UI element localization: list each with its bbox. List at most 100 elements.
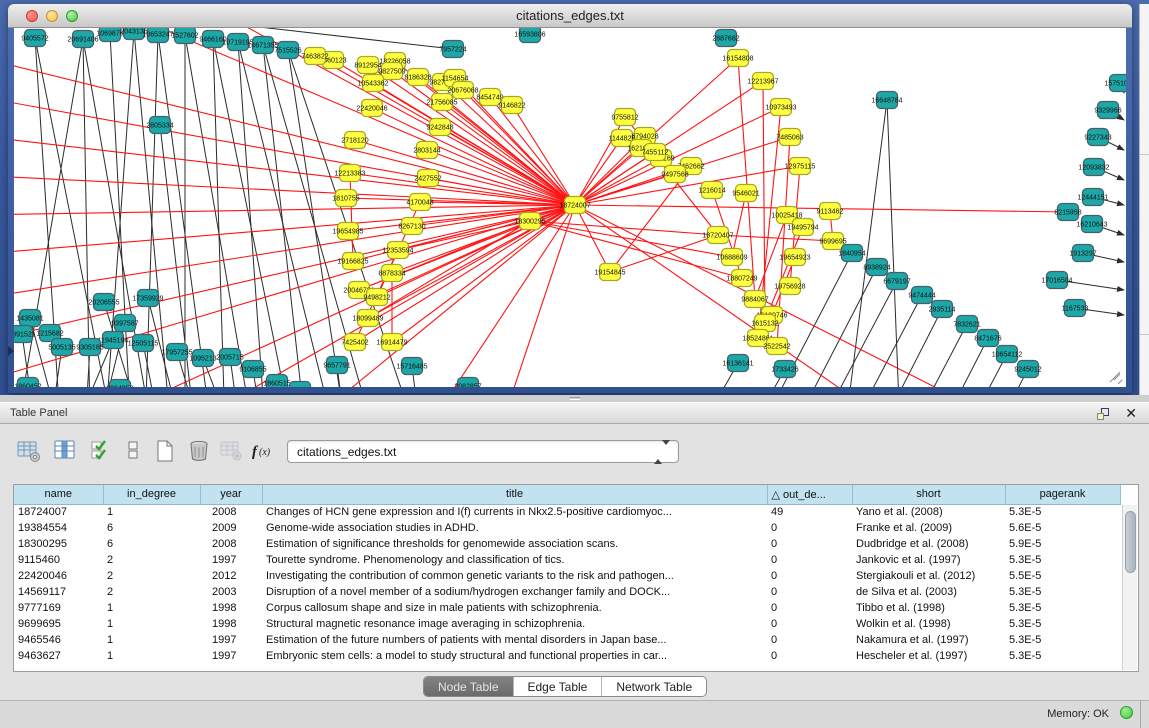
graph-node[interactable]: 19654923 xyxy=(779,249,810,266)
graph-node[interactable]: 9619547 xyxy=(286,382,313,388)
table-row[interactable]: 1938455462009Genome-wide association stu… xyxy=(14,520,1120,536)
graph-node[interactable]: 9106855 xyxy=(239,361,266,378)
graph-edge[interactable] xyxy=(288,50,345,387)
graph-node[interactable]: 7455112 xyxy=(642,144,669,161)
graph-node[interactable]: 2082857 xyxy=(454,378,481,388)
window-titlebar[interactable]: citations_edges.txt xyxy=(8,4,1132,28)
graph-node[interactable]: 2805334 xyxy=(146,117,173,134)
row-height-icon[interactable] xyxy=(120,438,148,466)
graph-node[interactable]: 2064953 xyxy=(106,380,133,388)
graph-node[interactable]: 7957224 xyxy=(439,41,466,58)
table-row[interactable]: 969969511998Structural magnetic resonanc… xyxy=(14,616,1120,632)
graph-node[interactable]: 1913297 xyxy=(1069,245,1096,262)
graph-edge[interactable] xyxy=(732,193,746,257)
graph-node[interactable]: 19166825 xyxy=(337,253,368,270)
graph-edge[interactable] xyxy=(238,42,330,387)
new-column-icon[interactable] xyxy=(152,438,180,466)
graph-node[interactable]: 5005135 xyxy=(48,339,75,356)
graph-node[interactable]: 12213967 xyxy=(747,73,778,90)
graph-node[interactable]: 17016504 xyxy=(1041,272,1072,289)
graph-node[interactable]: 9245012 xyxy=(1014,361,1041,378)
graph-node[interactable]: 9397587 xyxy=(111,315,138,332)
graph-node[interactable]: 7515526 xyxy=(274,42,301,59)
graph-node[interactable]: 1860515 xyxy=(263,375,290,388)
graph-edge[interactable] xyxy=(575,138,622,205)
graph-edge[interactable] xyxy=(925,354,1007,387)
graph-node[interactable]: 9497568 xyxy=(661,166,688,183)
graph-node[interactable]: 8471676 xyxy=(974,330,1001,347)
table-scrollbar-thumb[interactable] xyxy=(1125,511,1136,573)
graph-node[interactable]: 12444151 xyxy=(1077,189,1108,206)
graph-edge[interactable] xyxy=(14,135,575,205)
graph-node[interactable]: 17957255 xyxy=(161,344,192,361)
tab-node-table[interactable]: Node Table xyxy=(424,677,514,696)
resize-grip[interactable] xyxy=(1110,372,1122,384)
graph-node[interactable]: 8878334 xyxy=(378,265,405,282)
table-mode-icon[interactable] xyxy=(16,438,44,466)
graph-node[interactable]: 1527602 xyxy=(171,28,198,44)
graph-node[interactable]: 2935114 xyxy=(929,301,956,318)
graph-node[interactable]: 2887682 xyxy=(712,30,739,47)
column-header-name[interactable]: name xyxy=(14,485,103,504)
table-row[interactable]: 977716911998Corpus callosum shape and si… xyxy=(14,600,1120,616)
network-view-window[interactable]: citations_edges.txt 18724007986012389129… xyxy=(8,4,1132,393)
graph-node[interactable]: 1733426 xyxy=(771,361,798,378)
graph-node[interactable]: 1391521 xyxy=(14,326,36,343)
table-row[interactable]: 946554611997Estimation of the future num… xyxy=(14,632,1120,648)
graph-node[interactable]: 16914479 xyxy=(376,334,407,351)
select-rows-icon[interactable] xyxy=(88,438,116,466)
graph-node[interactable]: 16593806 xyxy=(514,28,545,43)
graph-edge[interactable] xyxy=(238,42,265,387)
graph-node[interactable]: 12213383 xyxy=(334,165,365,182)
graph-node[interactable]: 2522542 xyxy=(763,338,790,355)
table-row[interactable]: 1456911722003Disruption of a novel membe… xyxy=(14,584,1120,600)
graph-node[interactable]: 15716485 xyxy=(396,358,427,375)
graph-node[interactable]: 9242848 xyxy=(426,119,453,136)
table-row[interactable]: 911546021997Tourette syndrome. Phenomeno… xyxy=(14,552,1120,568)
graph-edge[interactable] xyxy=(14,55,575,205)
table-row[interactable]: 1830029562008Estimation of significance … xyxy=(14,536,1120,552)
graph-node[interactable]: 6679197 xyxy=(883,273,910,290)
graph-node[interactable]: 8267130 xyxy=(398,218,425,235)
network-canvas[interactable]: 1872400798601238912954182260589827509105… xyxy=(14,28,1126,387)
graph-node[interactable]: 9546021 xyxy=(732,185,759,202)
graph-node[interactable]: 9474444 xyxy=(908,287,935,304)
table-row[interactable]: 946362711997Embryonic stem cells: a mode… xyxy=(14,648,1120,664)
graph-node[interactable]: 9305185 xyxy=(76,339,103,356)
graph-node[interactable]: 12093832 xyxy=(1078,159,1109,176)
graph-edge[interactable] xyxy=(855,309,942,387)
table-select-dropdown[interactable]: citations_edges.txt xyxy=(287,440,679,463)
graph-node[interactable]: 16136141 xyxy=(722,355,753,372)
graph-node[interactable]: 1167533 xyxy=(1062,300,1089,317)
graph-edge[interactable] xyxy=(263,45,305,387)
graph-node[interactable]: 9146822 xyxy=(498,97,525,114)
graph-node[interactable]: 9884067 xyxy=(741,291,768,308)
graph-node[interactable]: 1840954 xyxy=(838,245,865,262)
graph-node[interactable]: 7832621 xyxy=(953,316,980,333)
graph-node[interactable]: 12975115 xyxy=(785,158,816,175)
graph-node[interactable]: 10973493 xyxy=(765,99,796,116)
graph-node[interactable]: 1435081 xyxy=(16,310,43,327)
graph-node[interactable]: 8938924 xyxy=(863,259,890,276)
graph-node[interactable]: 10653247 xyxy=(142,28,173,43)
delete-column-icon[interactable] xyxy=(186,438,214,466)
graph-node[interactable]: 8186328 xyxy=(404,69,431,86)
tab-network-table[interactable]: Network Table xyxy=(602,677,706,696)
graph-node[interactable]: 19756928 xyxy=(774,278,805,295)
graph-node[interactable]: 7463822 xyxy=(301,48,328,65)
graph-node[interactable]: 20691406 xyxy=(67,31,98,48)
graph-node[interactable]: 9227343 xyxy=(1084,129,1111,146)
graph-node[interactable]: 16154808 xyxy=(722,50,753,67)
graph-node[interactable]: 9329966 xyxy=(1094,102,1121,119)
graph-node[interactable]: 16648784 xyxy=(871,92,902,109)
float-panel-icon[interactable] xyxy=(1097,407,1111,421)
delete-table-icon[interactable] xyxy=(218,438,246,466)
graph-edge[interactable] xyxy=(420,205,575,387)
graph-node[interactable]: 7425402 xyxy=(341,334,368,351)
column-header-short[interactable]: short xyxy=(852,485,1005,504)
graph-node[interactable]: 1810755 xyxy=(332,190,359,207)
table-scrollbar[interactable] xyxy=(1122,505,1137,670)
column-header-title[interactable]: title xyxy=(262,485,767,504)
graph-edge[interactable] xyxy=(575,205,610,272)
graph-node[interactable]: 10654112 xyxy=(992,346,1023,363)
